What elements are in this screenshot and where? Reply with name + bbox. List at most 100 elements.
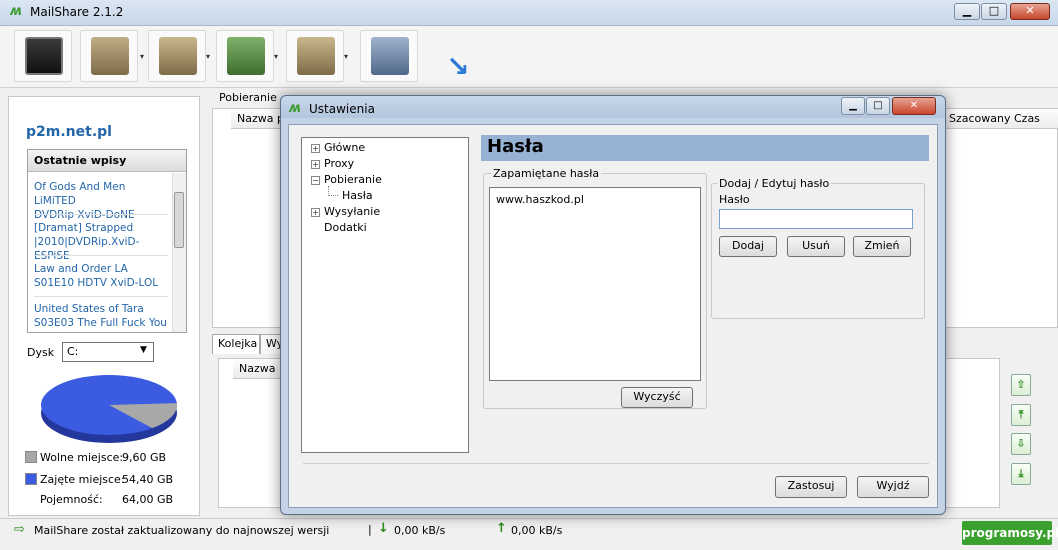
download-speed: 0,00 kB/s xyxy=(394,524,446,537)
download-col-eta[interactable]: Szacowany Czas xyxy=(943,109,1058,129)
download-dropdown-icon[interactable]: ▾ xyxy=(140,52,144,61)
recent-item-line: [Dramat] Strapped xyxy=(34,222,134,234)
disk-label: Dysk xyxy=(27,346,55,359)
move-top-button[interactable]: ⤒ xyxy=(1011,404,1031,426)
maximize-button[interactable]: □ xyxy=(981,3,1007,20)
used-space-value: 54,40 GB xyxy=(122,473,174,486)
collapse-icon[interactable]: − xyxy=(311,176,320,185)
main-title-bar xyxy=(0,0,1058,26)
tree-connector xyxy=(328,195,338,196)
password-input[interactable] xyxy=(719,209,913,229)
divider xyxy=(34,214,168,215)
user-dropdown-icon[interactable]: ▾ xyxy=(344,52,348,61)
dialog-minimize-button[interactable]: ▁ xyxy=(841,97,865,115)
upload-speed: 0,00 kB/s xyxy=(511,524,563,537)
used-space-swatch xyxy=(25,473,37,485)
recent-item-line: |2010|DVDRip.XviD-ESPiSE xyxy=(34,236,140,262)
move-bottom-button[interactable]: ⤓ xyxy=(1011,463,1031,485)
download-section-label: Pobieranie xyxy=(219,91,277,104)
expand-icon[interactable]: + xyxy=(311,160,320,169)
move-down-button[interactable]: ⇩ xyxy=(1011,433,1031,455)
free-space-swatch xyxy=(25,451,37,463)
tree-item-proxy[interactable]: Proxy xyxy=(324,157,354,170)
recent-item-line: Of Gods And Men LiMiTED xyxy=(34,181,126,207)
free-space-value: 9,60 GB xyxy=(122,451,167,464)
user-folder-icon xyxy=(297,37,335,75)
clear-button[interactable]: Wyczyść xyxy=(621,387,693,408)
toolbar-download-button[interactable] xyxy=(80,30,138,82)
status-divider: | xyxy=(368,523,372,536)
move-up-button[interactable]: ⇧ xyxy=(1011,374,1031,396)
close-button[interactable]: ✕ xyxy=(1010,3,1050,20)
edit-folder-icon xyxy=(159,37,197,75)
toolbar-console-button[interactable] xyxy=(14,30,72,82)
tab-queue[interactable]: Kolejka xyxy=(212,334,260,354)
toolbar-settings-button[interactable] xyxy=(216,30,274,82)
recent-item[interactable]: Law and Order LA S01E10 HDTV XviD-LOL xyxy=(34,262,170,290)
toolbar-edit-button[interactable] xyxy=(148,30,206,82)
recent-item-line: S03E03 The Full Fuck You xyxy=(34,317,167,329)
minimize-button[interactable]: ▁ xyxy=(954,3,980,20)
tree-item-glowne[interactable]: Główne xyxy=(324,141,365,154)
settings-folder-icon xyxy=(227,37,265,75)
saved-passwords-list[interactable]: www.haszkod.pl xyxy=(489,187,701,381)
divider xyxy=(34,296,168,297)
recent-scroll-thumb[interactable] xyxy=(174,192,184,248)
recent-entries-box: Ostatnie wpisy Of Gods And Men LiMiTED D… xyxy=(27,149,187,333)
list-item[interactable]: www.haszkod.pl xyxy=(496,193,584,206)
saved-passwords-title: Zapamiętane hasła xyxy=(491,167,602,180)
tree-item-hasla[interactable]: Hasła xyxy=(342,189,373,202)
recent-item-line: United States of Tara xyxy=(34,303,144,315)
status-message: MailShare został zaktualizowany do najno… xyxy=(34,524,330,537)
recent-item[interactable]: [Dramat] Strapped |2010|DVDRip.XviD-ESPi… xyxy=(34,221,170,263)
network-icon xyxy=(371,37,409,75)
dialog-title: Ustawienia xyxy=(309,102,375,116)
tree-item-wysylanie[interactable]: Wysyłanie xyxy=(324,205,380,218)
add-button[interactable]: Dodaj xyxy=(719,236,777,257)
dialog-logo-icon: ʍ xyxy=(289,101,302,116)
settings-tree[interactable]: + Główne + Proxy − Pobieranie Hasła + Wy… xyxy=(301,137,469,453)
disk-usage-pie xyxy=(41,375,177,443)
tree-item-pobieranie[interactable]: Pobieranie xyxy=(324,173,382,186)
chevron-down-icon[interactable]: ▼ xyxy=(140,345,147,355)
settings-dropdown-icon[interactable]: ▾ xyxy=(274,52,278,61)
arrow-icon[interactable]: ↘ xyxy=(446,50,469,83)
free-space-label: Wolne miejsce: xyxy=(40,451,124,464)
recent-item[interactable]: United States of Tara S03E03 The Full Fu… xyxy=(34,302,170,332)
toolbar-user-button[interactable] xyxy=(286,30,344,82)
edit-password-title: Dodaj / Edytuj hasło xyxy=(717,177,832,190)
toolbar-network-button[interactable] xyxy=(360,30,418,82)
recent-item-line: S01E10 HDTV XviD-LOL xyxy=(34,277,159,289)
edit-dropdown-icon[interactable]: ▾ xyxy=(206,52,210,61)
capacity-value: 64,00 GB xyxy=(122,493,174,506)
app-title: MailShare 2.1.2 xyxy=(30,5,124,19)
console-icon xyxy=(25,37,63,75)
download-folder-icon xyxy=(91,37,129,75)
expand-icon[interactable]: + xyxy=(311,144,320,153)
site-name[interactable]: p2m.net.pl xyxy=(26,124,112,140)
used-space-label: Zajęte miejsce: xyxy=(40,473,125,486)
recent-item-line: Law and Order LA xyxy=(34,263,128,275)
recent-item-line: DVDRip XviD-DoNE xyxy=(34,209,135,221)
dialog-body: + Główne + Proxy − Pobieranie Hasła + Wy… xyxy=(288,124,938,508)
update-arrow-icon: ⇨ xyxy=(14,522,25,537)
recent-entries-title: Ostatnie wpisy xyxy=(28,150,186,172)
recent-item[interactable]: Of Gods And Men LiMiTED DVDRip XviD-DoNE xyxy=(34,180,170,222)
apply-button[interactable]: Zastosuj xyxy=(775,476,847,498)
upload-speed-icon: ↑ xyxy=(496,521,507,536)
section-title: Hasła xyxy=(481,135,929,161)
exit-button[interactable]: Wyjdź xyxy=(857,476,929,498)
download-speed-icon: ↓ xyxy=(378,521,389,536)
tree-item-dodatki[interactable]: Dodatki xyxy=(324,221,367,234)
divider xyxy=(303,463,929,464)
change-button[interactable]: Zmień xyxy=(853,236,911,257)
dialog-maximize-button[interactable]: □ xyxy=(866,97,890,115)
settings-dialog: ʍ Ustawienia ▁ □ ✕ + Główne + Proxy − Po… xyxy=(280,95,946,515)
remove-button[interactable]: Usuń xyxy=(787,236,845,257)
expand-icon[interactable]: + xyxy=(311,208,320,217)
watermark-badge: programosy.pl xyxy=(962,521,1058,545)
capacity-label: Pojemność: xyxy=(40,493,103,506)
app-logo-icon: ʍ xyxy=(10,4,23,19)
divider xyxy=(34,255,168,256)
dialog-close-button[interactable]: ✕ xyxy=(892,97,936,115)
